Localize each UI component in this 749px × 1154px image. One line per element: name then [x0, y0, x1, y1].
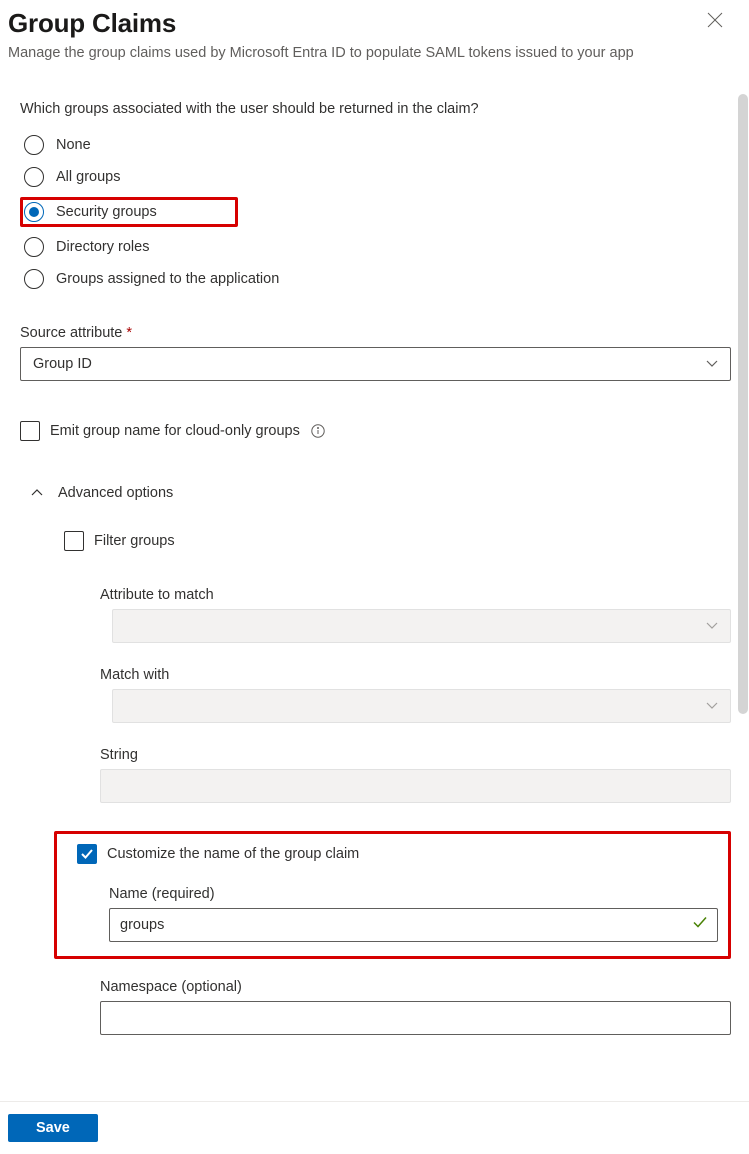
save-button[interactable]: Save [8, 1114, 98, 1142]
checkbox-icon [64, 531, 84, 551]
group-claims-panel: Group Claims Manage the group claims use… [0, 0, 749, 1084]
checkbox-label: Customize the name of the group claim [107, 846, 359, 862]
radio-none[interactable]: None [20, 133, 731, 157]
groups-question: Which groups associated with the user sh… [20, 101, 731, 117]
checkbox-icon [77, 844, 97, 864]
checkbox-label: Filter groups [94, 533, 175, 549]
radio-groups-assigned[interactable]: Groups assigned to the application [20, 267, 731, 291]
chevron-down-icon [706, 360, 718, 368]
source-attribute-section: Source attribute * Group ID [8, 325, 731, 381]
namespace-field: Namespace (optional) [100, 979, 731, 1035]
checkbox-label: Emit group name for cloud-only groups [50, 423, 300, 439]
filter-groups-checkbox[interactable]: Filter groups [64, 531, 731, 551]
advanced-options-toggle[interactable]: Advanced options [30, 485, 731, 501]
name-input[interactable] [109, 908, 718, 942]
radio-label: Directory roles [56, 239, 149, 255]
emit-group-name-checkbox[interactable]: Emit group name for cloud-only groups [20, 421, 731, 441]
radio-label: None [56, 137, 91, 153]
required-indicator: * [126, 325, 132, 341]
source-attribute-label: Source attribute * [20, 325, 731, 341]
radio-all-groups[interactable]: All groups [20, 165, 731, 189]
panel-title: Group Claims [8, 8, 176, 39]
radio-label: Groups assigned to the application [56, 271, 279, 287]
label-text: Source attribute [20, 325, 122, 341]
match-with-field: Match with [100, 667, 731, 723]
radio-label: Security groups [56, 204, 157, 220]
scrollbar[interactable] [738, 94, 748, 714]
panel-header: Group Claims [8, 8, 731, 39]
chevron-down-icon [706, 622, 718, 630]
radio-icon [24, 135, 44, 155]
attribute-to-match-dropdown[interactable] [112, 609, 731, 643]
groups-radio-group: None All groups Security groups Director… [20, 133, 731, 291]
radio-label: All groups [56, 169, 120, 185]
field-label: String [100, 747, 731, 763]
dropdown-value: Group ID [33, 356, 92, 372]
field-label: Namespace (optional) [100, 979, 731, 995]
source-attribute-dropdown[interactable]: Group ID [20, 347, 731, 381]
customize-name-checkbox[interactable]: Customize the name of the group claim [77, 844, 718, 864]
string-input[interactable] [100, 769, 731, 803]
accordion-label: Advanced options [58, 485, 173, 501]
namespace-input[interactable] [100, 1001, 731, 1035]
chevron-up-icon [30, 486, 44, 500]
field-label: Match with [100, 667, 731, 683]
radio-icon [24, 237, 44, 257]
name-label: Name (required) [109, 886, 718, 902]
string-field: String [100, 747, 731, 803]
checkbox-icon [20, 421, 40, 441]
close-icon[interactable] [699, 8, 731, 37]
radio-icon [24, 202, 44, 222]
customize-name-section: Customize the name of the group claim Na… [54, 831, 731, 959]
radio-icon [24, 269, 44, 289]
info-icon[interactable] [310, 423, 326, 439]
check-icon [692, 916, 708, 935]
chevron-down-icon [706, 702, 718, 710]
radio-security-groups[interactable]: Security groups [20, 197, 238, 227]
radio-icon [24, 167, 44, 187]
field-label: Attribute to match [100, 587, 731, 603]
match-with-dropdown[interactable] [112, 689, 731, 723]
panel-footer: Save [0, 1101, 749, 1154]
panel-subtitle: Manage the group claims used by Microsof… [8, 43, 731, 63]
radio-directory-roles[interactable]: Directory roles [20, 235, 731, 259]
attribute-to-match-field: Attribute to match [100, 587, 731, 643]
